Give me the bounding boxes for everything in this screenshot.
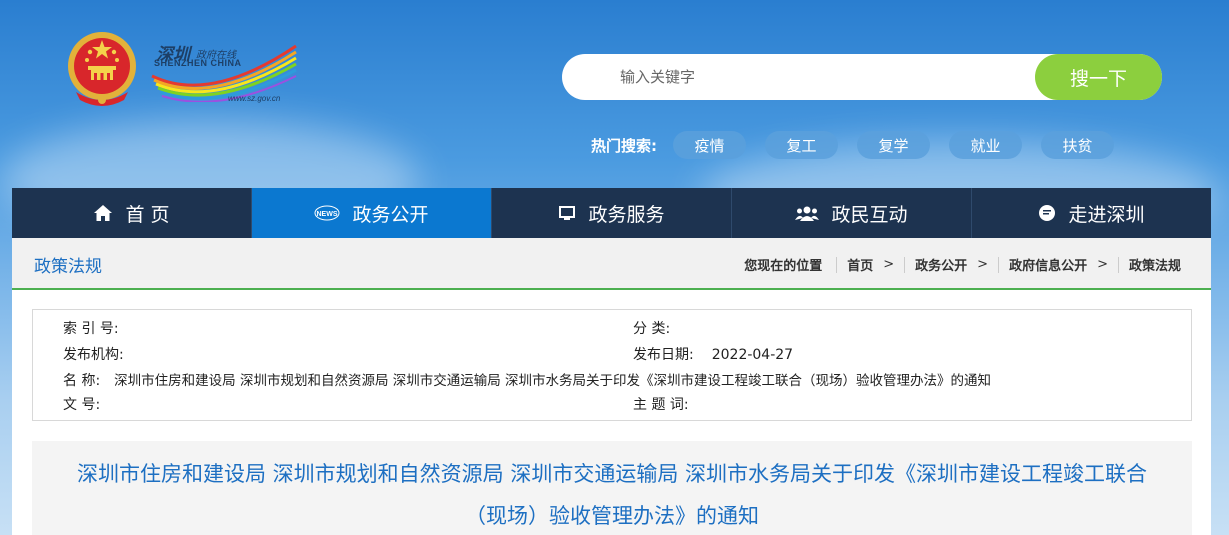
breadcrumb-link-policies[interactable]: 政策法规 bbox=[1129, 255, 1181, 274]
nav-item-government-affairs[interactable]: NEWS 政务公开 bbox=[252, 188, 492, 238]
news-icon: NEWS bbox=[314, 205, 340, 221]
breadcrumb-link-gov-info[interactable]: 政府信息公开 bbox=[1009, 255, 1087, 274]
logo-url-text: www.sz.gov.cn bbox=[228, 94, 281, 103]
breadcrumb-divider bbox=[836, 256, 838, 273]
breadcrumb-arrow: > bbox=[1097, 257, 1108, 272]
nav-item-home[interactable]: 首 页 bbox=[12, 188, 252, 238]
document-title-line-2: （现场）验收管理办法》的通知 bbox=[465, 504, 759, 528]
hot-tag-employment[interactable]: 就业 bbox=[949, 131, 1022, 159]
svg-text:NEWS: NEWS bbox=[317, 211, 338, 218]
breadcrumb-link-gov-affairs[interactable]: 政务公开 bbox=[915, 255, 967, 274]
monitor-icon bbox=[558, 205, 576, 221]
breadcrumb-prefix: 您现在的位置 bbox=[744, 259, 823, 274]
nav-item-about-shenzhen[interactable]: 走进深圳 bbox=[972, 188, 1211, 238]
search-bar: 搜一下 bbox=[562, 54, 1162, 100]
breadcrumb-bar: 政策法规 您现在的位置 首页 > 政务公开 > 政府信息公开 > 政策法规 bbox=[12, 238, 1211, 290]
nav-item-public-interaction[interactable]: 政民互动 bbox=[732, 188, 972, 238]
document-info-table: 索 引 号: 分 类: 发布机构: 发布日期: 2022-04-27 名 称: 深圳… bbox=[32, 309, 1192, 421]
nav-item-label: 政务公开 bbox=[352, 203, 429, 226]
section-title: 政策法规 bbox=[34, 257, 102, 277]
name-value: 深圳市住房和建设局 深圳市规划和自然资源局 深圳市交通运输局 深圳市水务局关于印… bbox=[114, 373, 992, 389]
breadcrumb-divider bbox=[1117, 256, 1119, 273]
search-input[interactable] bbox=[590, 54, 1030, 100]
nav-item-label: 走进深圳 bbox=[1068, 203, 1145, 226]
home-icon bbox=[93, 204, 113, 222]
publisher-label: 发布机构: bbox=[63, 347, 124, 363]
people-icon bbox=[795, 205, 820, 221]
category-label: 分 类: bbox=[633, 321, 671, 337]
info-row-date: 发布日期: 2022-04-27 bbox=[633, 344, 793, 364]
subject-label: 主 题 词: bbox=[633, 397, 689, 413]
content-panel: 政策法规 您现在的位置 首页 > 政务公开 > 政府信息公开 > 政策法规 索 … bbox=[12, 238, 1211, 535]
breadcrumb-divider bbox=[998, 256, 1000, 273]
search-button[interactable]: 搜一下 bbox=[1035, 54, 1162, 100]
publish-date-value: 2022-04-27 bbox=[711, 347, 794, 363]
doc-no-label: 文 号: bbox=[63, 397, 101, 413]
breadcrumb-divider bbox=[904, 256, 906, 273]
info-row-index: 索 引 号: bbox=[63, 318, 129, 338]
document-title-line-1: 深圳市住房和建设局 深圳市规划和自然资源局 深圳市交通运输局 深圳市水务局关于印… bbox=[76, 462, 1148, 486]
hot-search: 热门搜索: 疫情 复工 复学 就业 扶贫 bbox=[591, 130, 1133, 160]
hot-search-label: 热门搜索: bbox=[591, 136, 657, 155]
breadcrumb: 您现在的位置 首页 > 政务公开 > 政府信息公开 > 政策法规 bbox=[744, 255, 1181, 274]
site-logo[interactable]: 深圳 政府在线 SHENZHEN CHINA www.sz.gov.cn bbox=[150, 36, 300, 108]
logo-swoosh-icon bbox=[151, 44, 297, 102]
document-title-box: 深圳市住房和建设局 深圳市规划和自然资源局 深圳市交通运输局 深圳市水务局关于印… bbox=[32, 441, 1192, 535]
publish-date-label: 发布日期: bbox=[633, 347, 694, 363]
main-nav: 首 页 NEWS 政务公开 政务服务 政民互动 走进深圳 bbox=[12, 188, 1211, 238]
nav-item-label: 政民互动 bbox=[831, 203, 908, 226]
name-label: 名 称: bbox=[63, 373, 101, 389]
breadcrumb-arrow: > bbox=[977, 257, 989, 272]
hot-tag-resume-work[interactable]: 复工 bbox=[765, 131, 838, 159]
nav-item-government-services[interactable]: 政务服务 bbox=[492, 188, 732, 238]
nav-item-label: 首 页 bbox=[125, 203, 170, 226]
hot-tag-poverty-alleviation[interactable]: 扶贫 bbox=[1041, 131, 1114, 159]
info-row-publisher: 发布机构: bbox=[63, 344, 134, 364]
hot-tag-epidemic[interactable]: 疫情 bbox=[673, 131, 746, 159]
info-row-subject: 主 题 词: bbox=[633, 394, 699, 414]
info-row-name: 名 称: 深圳市住房和建设局 深圳市规划和自然资源局 深圳市交通运输局 深圳市水务… bbox=[63, 369, 991, 389]
nav-item-label: 政务服务 bbox=[588, 203, 665, 226]
national-emblem-icon bbox=[68, 32, 136, 106]
breadcrumb-link-home[interactable]: 首页 bbox=[847, 255, 873, 274]
chat-bubble-icon bbox=[1038, 204, 1056, 222]
info-row-doc-no: 文 号: bbox=[63, 394, 110, 414]
breadcrumb-arrow: > bbox=[883, 257, 895, 272]
index-no-label: 索 引 号: bbox=[63, 321, 119, 337]
info-row-category: 分 类: bbox=[633, 318, 680, 338]
hot-tag-resume-school[interactable]: 复学 bbox=[857, 131, 930, 159]
